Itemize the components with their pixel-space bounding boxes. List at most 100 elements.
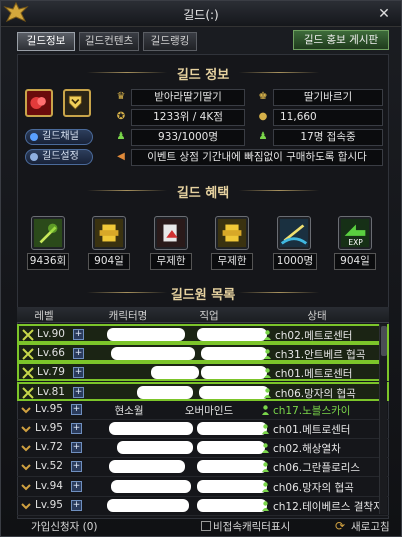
member-row[interactable]: Lv.95 + ch01.메트로센터 — [17, 420, 389, 439]
member-row[interactable]: Lv.52 + ch06.그란플로리스 — [17, 458, 389, 478]
chevron-down-icon — [21, 483, 31, 491]
benefit-value-2: 904일 — [88, 253, 130, 270]
expand-plus-icon[interactable]: + — [71, 461, 82, 473]
show-offline-label: 비접속캐릭터표시 — [213, 521, 291, 533]
show-offline-checkbox[interactable] — [201, 521, 211, 531]
svg-text:EXP: EXP — [348, 238, 363, 247]
guild-settings-button[interactable]: 길드설정 — [25, 149, 93, 165]
notice-speaker-icon: ◀ — [117, 151, 125, 162]
ocean-sword-icon[interactable] — [277, 216, 311, 250]
close-icon[interactable]: ✕ — [375, 5, 393, 23]
ornament-left — [87, 292, 167, 293]
exp-arrow-icon[interactable]: EXP — [338, 216, 372, 250]
redaction-mask — [111, 479, 191, 493]
guild-window: 길드(:) ✕ 길드정보 길드컨텐츠 길드랭킹 길드 홍보 게시판 길드 정보 … — [0, 0, 402, 537]
redaction-mask — [117, 441, 193, 455]
ornament-right — [239, 292, 319, 293]
member-status: ch02.해상열차 — [273, 443, 341, 456]
member-status: ch17.노블스카이 — [273, 404, 351, 417]
expand-plus-icon[interactable]: + — [71, 480, 82, 492]
member-row[interactable]: Lv.66 + ch31.안트베르 협곡 — [17, 343, 389, 363]
col-character-name[interactable]: 캐릭터명 — [93, 308, 163, 323]
crossed-swords-icon — [22, 386, 34, 399]
guild-channel-button[interactable]: 길드채널 — [25, 129, 93, 145]
member-list-scrollbar[interactable] — [379, 324, 387, 514]
expand-plus-icon[interactable]: + — [73, 329, 84, 340]
member-list-heading: 길드원 목록 — [17, 284, 389, 303]
redaction-mask — [197, 441, 265, 455]
potion-chart-icon[interactable] — [154, 216, 188, 250]
channel-dot-icon — [30, 133, 38, 141]
member-status: ch06.그란플로리스 — [273, 462, 361, 475]
member-status: ch31.안트베르 협곡 — [275, 349, 366, 362]
redaction-mask — [109, 460, 185, 474]
gold-knight-icon-2[interactable] — [215, 216, 249, 250]
online-person-icon — [262, 462, 269, 473]
online-person-icon — [264, 387, 271, 398]
chevron-down-icon — [21, 503, 31, 510]
tab-guild-contents[interactable]: 길드컨텐츠 — [79, 32, 139, 51]
expand-plus-icon[interactable]: + — [73, 386, 84, 398]
expand-plus-icon[interactable]: + — [71, 403, 82, 415]
expand-plus-icon[interactable]: + — [73, 348, 84, 360]
guild-name-icon: ♛ — [116, 91, 126, 102]
online-person-icon — [262, 443, 269, 454]
settings-gear-icon — [30, 153, 38, 161]
scrollbar-thumb[interactable] — [381, 326, 387, 356]
guild-notice-field: 이벤트 상점 기간내에 빠짐없이 구매하도록 합시다 — [131, 149, 383, 166]
chevron-down-icon — [21, 426, 31, 433]
col-level[interactable]: 레벨 — [27, 308, 61, 323]
crossed-swords-icon — [22, 367, 34, 380]
tab-guild-info[interactable]: 길드정보 — [17, 32, 75, 51]
guild-rank-badge-icon — [63, 89, 91, 117]
expand-plus-icon[interactable]: + — [71, 423, 82, 434]
online-person-icon — [264, 368, 271, 379]
col-job[interactable]: 직업 — [179, 308, 239, 323]
member-row[interactable]: Lv.95 + ch12.테이베르스 결착지 — [17, 497, 389, 516]
chevron-down-icon — [21, 445, 31, 452]
online-person-icon — [262, 405, 269, 415]
online-person-icon — [262, 424, 269, 434]
guild-info-heading: 길드 정보 — [17, 64, 389, 83]
member-status: ch01.메트로센터 — [273, 424, 351, 436]
col-status[interactable]: 상태 — [287, 308, 347, 323]
tab-guild-ranking[interactable]: 길드랭킹 — [143, 32, 197, 51]
guild-promo-board-button[interactable]: 길드 홍보 게시판 — [293, 30, 389, 50]
member-row[interactable]: Lv.95 + 현소월 오버마인드 ch17.노블스카이 — [17, 401, 389, 420]
ornament-left — [87, 190, 167, 191]
refresh-button[interactable]: 새로고침 — [351, 519, 390, 534]
redaction-mask — [197, 479, 267, 493]
member-level: Lv.90 — [37, 328, 65, 340]
gold-knight-icon[interactable] — [92, 216, 126, 250]
refresh-icon[interactable]: ⟳ — [335, 519, 349, 533]
member-row[interactable]: Lv.90 + ch02.메트로센터 — [17, 324, 389, 343]
member-row[interactable]: Lv.72 + ch02.해상열차 — [17, 439, 389, 459]
member-level: Lv.81 — [37, 385, 65, 398]
member-level: Lv.94 — [35, 479, 63, 492]
online-person-icon: ♟ — [258, 131, 268, 142]
member-level: Lv.52 — [35, 460, 63, 473]
guild-name-field: 받아라딸기딸기 — [131, 89, 245, 106]
member-status: ch02.메트로센터 — [275, 330, 353, 342]
members-person-icon: ♟ — [116, 131, 126, 142]
member-level: Lv.79 — [37, 366, 65, 379]
member-row[interactable]: Lv.81 + ch06.망자의 협곡 — [17, 381, 389, 401]
online-person-icon — [264, 330, 271, 340]
benefit-value-6: 904일 — [334, 253, 376, 270]
guild-master-field: 딸기바르기 — [273, 89, 383, 106]
member-row[interactable]: Lv.94 + ch06.망자의 협곡 — [17, 478, 389, 497]
redaction-mask — [197, 422, 267, 435]
expand-plus-icon[interactable]: + — [71, 442, 82, 454]
master-crown-icon: ♚ — [258, 91, 268, 102]
sword-buff-icon[interactable] — [31, 216, 65, 250]
expand-plus-icon[interactable]: + — [73, 367, 84, 379]
guild-rank-field: 1233위 / 4K점 — [131, 109, 245, 126]
redaction-mask — [151, 366, 199, 380]
redaction-mask — [107, 498, 189, 512]
member-level: Lv.95 — [35, 422, 63, 434]
redaction-mask — [111, 347, 195, 361]
member-row[interactable]: Lv.79 + ch01.메트로센터 — [17, 362, 389, 382]
member-level: Lv.95 — [35, 498, 63, 511]
expand-plus-icon[interactable]: + — [71, 499, 82, 511]
applicants-button[interactable]: 가입신청자 (0) — [31, 519, 98, 534]
